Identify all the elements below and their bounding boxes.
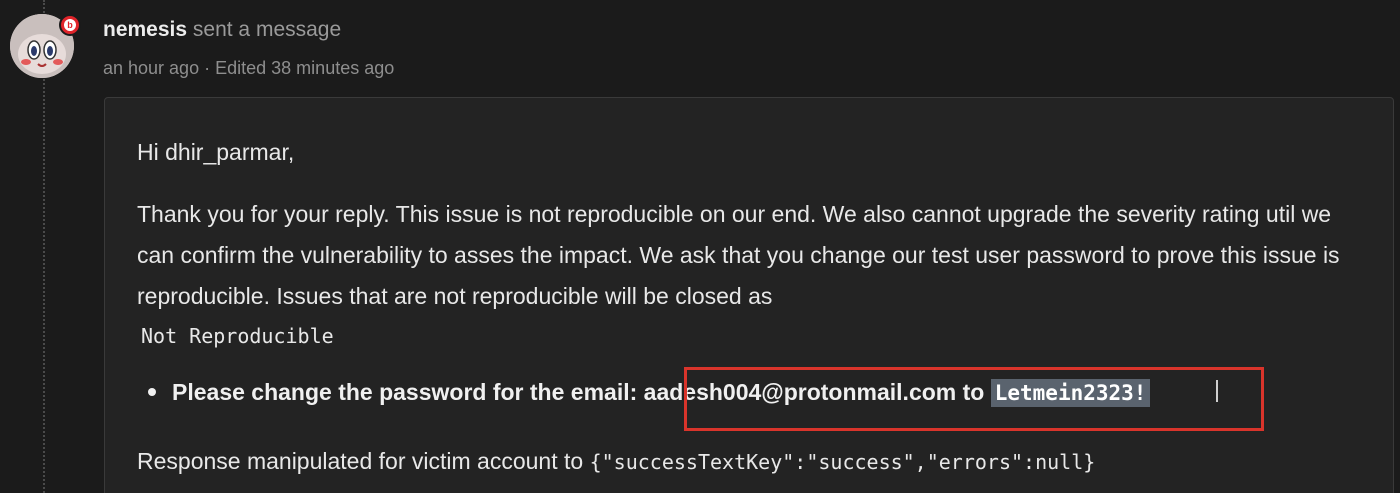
message-meta: an hour ago · Edited 38 minutes ago [103, 58, 394, 79]
author-name[interactable]: nemesis [103, 18, 187, 41]
message-greeting: Hi dhir_parmar, [137, 139, 295, 165]
meta-separator: · [204, 58, 211, 78]
message-header: nemesis sent a message [103, 18, 341, 42]
edited-label: Edited 38 minutes ago [215, 58, 395, 78]
response-code: {"successTextKey":"success","errors":nul… [589, 450, 1096, 474]
response-prefix: Response manipulated for victim account … [137, 448, 584, 474]
header-action: sent a message [192, 18, 342, 41]
timestamp[interactable]: an hour ago [103, 58, 199, 78]
activity-feed: b nemesis sent a message an hour ago · E… [0, 0, 1400, 493]
status-code-text: Not Reproducible [141, 324, 334, 348]
text-cursor-icon [1216, 380, 1218, 402]
message-paragraph: Thank you for your reply. This issue is … [137, 201, 1340, 309]
status-code: Not Reproducible [141, 324, 334, 348]
highlight-box [684, 367, 1264, 431]
bullet-prefix: Please change the password for the email… [172, 379, 638, 405]
bullet-dot-icon [148, 387, 156, 396]
notification-badge-icon: b [59, 14, 81, 36]
response-line: Response manipulated for victim account … [137, 448, 1095, 475]
